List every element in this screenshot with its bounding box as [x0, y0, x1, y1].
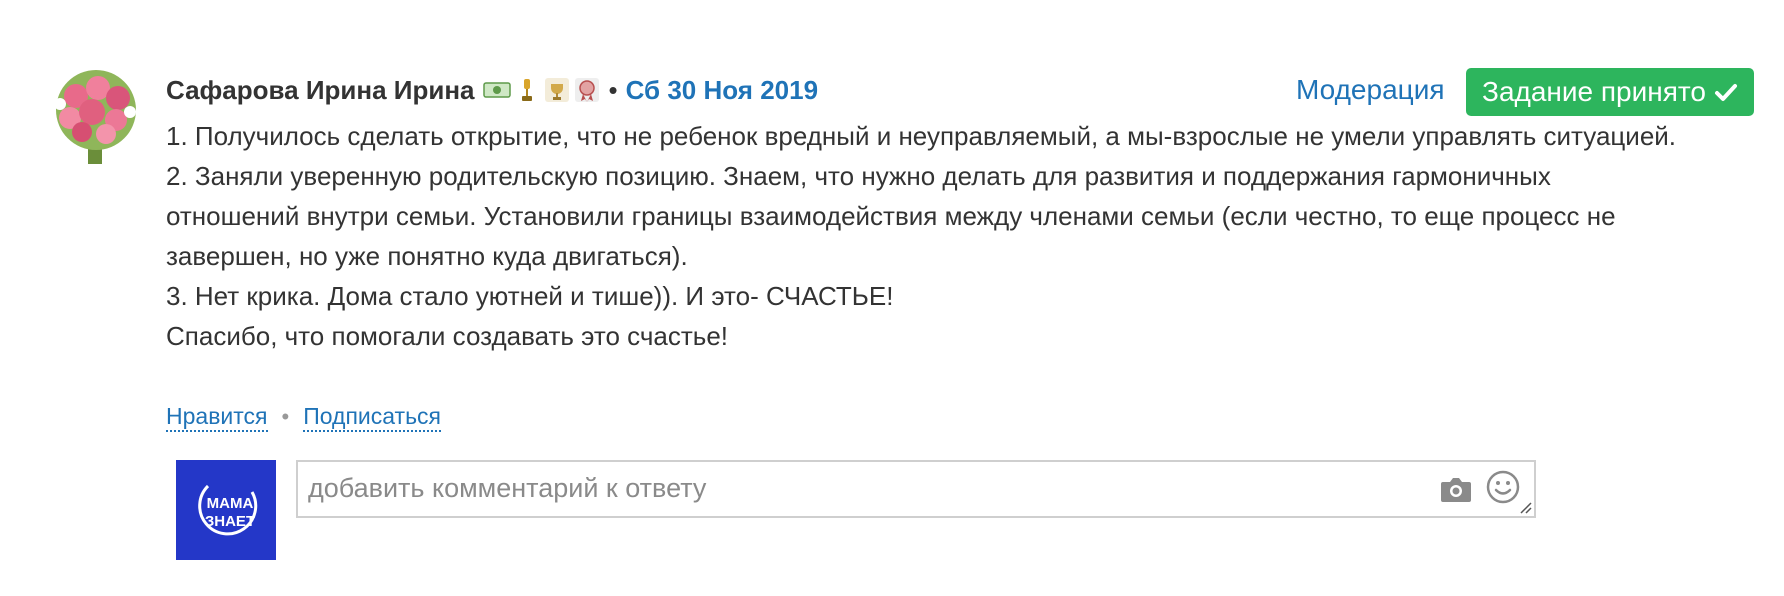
- author-line: Сафарова Ирина Ирина • Сб 30 Ноя 2019: [166, 70, 818, 110]
- author-name[interactable]: Сафарова Ирина Ирина: [166, 75, 475, 106]
- task-accepted-button[interactable]: Задание принято: [1466, 68, 1754, 116]
- resize-handle-icon[interactable]: [1518, 500, 1532, 514]
- answer-line: Спасибо, что помогали создавать это счас…: [166, 321, 729, 351]
- separator-dot: •: [608, 74, 618, 105]
- comment-box: [296, 460, 1536, 518]
- trophy-badge-icon: [521, 79, 532, 101]
- badges: [482, 76, 601, 104]
- emoji-smile-icon[interactable]: [1486, 470, 1520, 504]
- brand-logo-mark: МАМА ЗНАЕТ: [198, 484, 258, 536]
- like-link[interactable]: Нравится: [166, 402, 268, 432]
- answer-line: отношений внутри семьи. Установили грани…: [166, 201, 1616, 231]
- logo-line-1: МАМА: [207, 495, 254, 512]
- moderation-link[interactable]: Модерация: [1296, 74, 1445, 106]
- actions-separator: •: [281, 404, 290, 429]
- medal-badge-icon: [574, 78, 599, 102]
- subscribe-link[interactable]: Подписаться: [303, 402, 442, 432]
- checkmark-icon: [1714, 84, 1737, 101]
- answer-line: 3. Нет крика. Дома стало уютней и тише))…: [166, 281, 894, 311]
- mama-znaet-logo: МАМА ЗНАЕТ: [176, 460, 276, 560]
- answer-line: 2. Заняли уверенную родительскую позицию…: [166, 161, 1551, 191]
- post-date-link[interactable]: Сб 30 Ноя 2019: [626, 75, 818, 106]
- cup-badge-icon: [544, 78, 569, 102]
- answer-actions: Нравится • Подписаться: [166, 402, 442, 432]
- money-badge-icon: [482, 82, 511, 98]
- camera-icon[interactable]: [1440, 474, 1472, 504]
- answer-line: завершен, но уже понятно куда двигаться)…: [166, 241, 688, 271]
- comment-input[interactable]: [308, 468, 1388, 508]
- answer-line: 1. Получилось сделать открытие, что не р…: [166, 121, 1677, 151]
- user-avatar[interactable]: [44, 66, 148, 170]
- answer-body: 1. Получилось сделать открытие, что не р…: [166, 116, 1766, 356]
- task-accepted-label: Задание принято: [1482, 76, 1706, 107]
- logo-line-2: ЗНАЕТ: [205, 513, 255, 530]
- flower-bouquet-icon: [54, 70, 136, 164]
